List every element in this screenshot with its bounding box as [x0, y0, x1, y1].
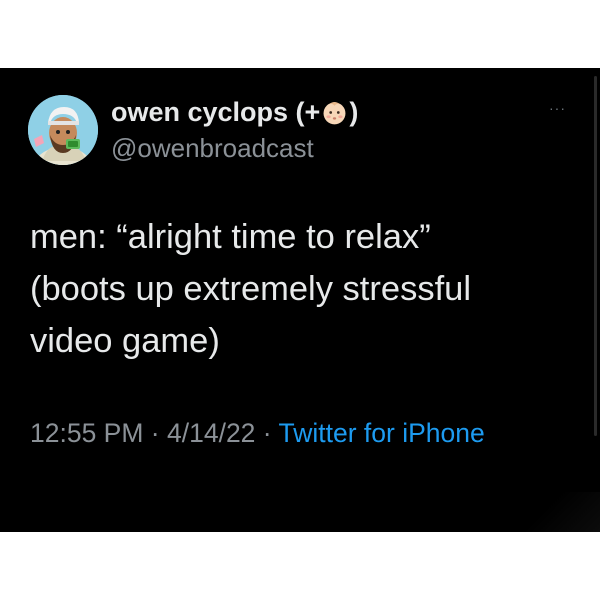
tweet-card: owen cyclops (+ ) @owenbroadcast ··· men…	[0, 68, 600, 532]
tweet-meta: 12:55 PM · 4/14/22 · Twitter for iPhone	[30, 413, 550, 453]
baby-face-emoji-icon	[323, 101, 346, 124]
tweet-text: men: “alright time to relax” (boots up e…	[30, 218, 472, 360]
tweet-time[interactable]: 12:55 PM	[30, 418, 143, 448]
tweet-source-link[interactable]: Twitter for iPhone	[279, 418, 485, 448]
meta-separator: ·	[255, 418, 279, 448]
meta-separator: ·	[143, 418, 167, 448]
scrollbar[interactable]	[594, 76, 597, 436]
tweet-date[interactable]: 4/14/22	[167, 418, 255, 448]
display-name[interactable]: owen cyclops (+ )	[111, 95, 358, 129]
avatar[interactable]	[28, 95, 98, 165]
user-names: owen cyclops (+ ) @owenbroadcast	[111, 95, 358, 165]
tweet-header: owen cyclops (+ ) @owenbroadcast ···	[28, 95, 580, 165]
cartoon-man-avatar-icon	[28, 95, 98, 165]
display-name-prefix: owen cyclops (+	[111, 97, 321, 127]
display-name-suffix: )	[349, 97, 359, 127]
more-options-icon[interactable]: ···	[549, 101, 566, 115]
image-artifact	[510, 492, 600, 532]
user-handle[interactable]: @owenbroadcast	[111, 131, 358, 165]
